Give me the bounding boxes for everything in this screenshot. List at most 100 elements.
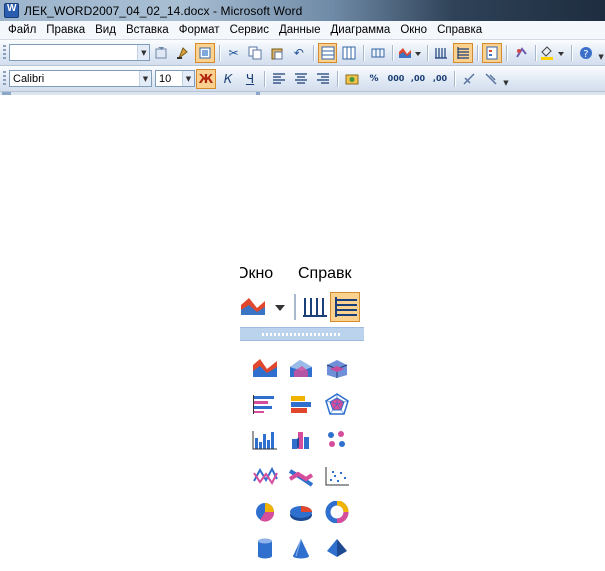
undo-icon[interactable]: ↶ (289, 43, 309, 63)
area-3d-chart-icon[interactable] (283, 350, 319, 386)
percent-style-button[interactable]: % (364, 69, 384, 89)
menu-bar: Файл Правка Вид Вставка Формат Сервис Да… (0, 21, 605, 40)
angle-clockwise-icon[interactable] (481, 69, 501, 89)
line-chart-icon[interactable] (247, 458, 283, 494)
currency-style-icon[interactable] (342, 69, 362, 89)
toolbar-grip[interactable] (3, 70, 6, 87)
pie-3d-chart-icon[interactable] (283, 494, 319, 530)
toolbar-overflow-icon[interactable]: ▼ (502, 71, 510, 87)
datasheet-icon[interactable] (368, 43, 388, 63)
chevron-down-icon[interactable]: ▼ (182, 71, 194, 86)
angle-text-icon[interactable] (511, 43, 531, 63)
zoomed-menu-bar: Окно Справк (240, 262, 364, 286)
menu-help[interactable]: Справка (432, 24, 487, 36)
bar-horizontal-chart-icon[interactable] (247, 386, 283, 422)
toolbar-separator (337, 70, 338, 87)
radar-chart-icon[interactable] (319, 386, 355, 422)
copy-icon[interactable] (245, 43, 265, 63)
chart-type-dropdown-icon[interactable] (240, 292, 290, 322)
toolbar-separator (218, 44, 220, 61)
menu-format[interactable]: Формат (174, 24, 225, 36)
zoomed-toolbar (240, 290, 364, 324)
chart-toolbar: ▼ ✂ ↶ ? ▼ (0, 40, 605, 66)
angle-counterclockwise-icon[interactable] (459, 69, 479, 89)
paste-icon[interactable] (267, 43, 287, 63)
value-axis-gridlines-icon[interactable] (432, 43, 452, 63)
line-3d-chart-icon[interactable] (283, 458, 319, 494)
increase-decimal-button[interactable]: ,00 (408, 69, 428, 89)
chevron-down-icon[interactable]: ▼ (139, 71, 151, 86)
decrease-decimal-button[interactable]: ,00 (430, 69, 450, 89)
data-table-button[interactable] (317, 42, 338, 63)
formatting-toolbar: Calibri ▼ 10 ▼ Ж К Ч % 000 ,00 ,00 ▼ (0, 66, 605, 92)
cube-area-chart-icon[interactable] (319, 350, 355, 386)
menu-data[interactable]: Данные (274, 24, 326, 36)
svg-text:?: ? (583, 49, 588, 60)
bar-3d-chart-icon[interactable] (283, 386, 319, 422)
cone-chart-icon[interactable] (283, 530, 319, 566)
bold-button[interactable]: Ж (196, 68, 216, 89)
menu-file[interactable]: Файл (3, 24, 41, 36)
menu-insert[interactable]: Вставка (121, 24, 174, 36)
column-3d-chart-icon[interactable] (283, 422, 319, 458)
word-app-icon[interactable] (4, 3, 19, 18)
font-size-dropdown[interactable]: 10 ▼ (155, 70, 195, 87)
toolbar-separator (426, 44, 428, 61)
pyramid-chart-icon[interactable] (319, 530, 355, 566)
document-ruler-edge (0, 92, 605, 95)
chart-type-grid (247, 350, 355, 566)
title-bar: ЛЕК_WORD2007_04_02_14.docx - Microsoft W… (0, 0, 605, 21)
menu-window[interactable]: Окно (395, 24, 432, 36)
toolbar-separator (312, 44, 314, 61)
chart-type-palette-zoom: Окно Справк (240, 262, 364, 571)
toolbar-separator (505, 44, 507, 61)
toolbar-overflow-icon[interactable]: ▼ (597, 45, 605, 61)
font-size-value: 10 (159, 72, 172, 85)
area-chart-icon[interactable] (247, 350, 283, 386)
font-name-dropdown[interactable]: Calibri ▼ (9, 70, 152, 87)
window-title: ЛЕК_WORD2007_04_02_14.docx - Microsoft W… (24, 3, 303, 18)
italic-button[interactable]: К (218, 69, 238, 89)
category-axis-gridlines-button[interactable] (453, 42, 474, 63)
menu-view[interactable]: Вид (90, 24, 121, 36)
paste-brush-icon[interactable] (173, 43, 193, 63)
toolbar-separator (454, 70, 455, 87)
toolbar-separator (571, 44, 573, 61)
font-name-value: Calibri (13, 72, 45, 85)
toolbar-separator (264, 70, 265, 87)
format-selected-object-icon[interactable] (151, 43, 171, 63)
fill-color-dropdown-icon[interactable] (540, 43, 568, 63)
bubble-chart-icon[interactable] (319, 422, 355, 458)
column-chart-icon[interactable] (247, 422, 283, 458)
chart-area-button[interactable] (194, 42, 215, 63)
align-center-icon[interactable] (291, 69, 311, 89)
category-axis-gridlines-button[interactable] (330, 292, 360, 322)
toolbar-grip[interactable] (3, 44, 6, 61)
align-right-icon[interactable] (313, 69, 333, 89)
by-column-icon[interactable] (339, 43, 359, 63)
align-left-icon[interactable] (269, 69, 289, 89)
cylinder-chart-icon[interactable] (247, 530, 283, 566)
toolbar-separator (477, 44, 479, 61)
pie-chart-icon[interactable] (247, 494, 283, 530)
menu-chart[interactable]: Диаграмма (326, 24, 396, 36)
chart-type-dropdown-icon[interactable] (397, 43, 423, 63)
value-axis-gridlines-icon[interactable] (300, 292, 330, 322)
chevron-down-icon[interactable]: ▼ (137, 45, 150, 60)
doughnut-chart-icon[interactable] (319, 494, 355, 530)
comma-style-button[interactable]: 000 (386, 69, 406, 89)
toolbar-separator (363, 44, 365, 61)
menu-tools[interactable]: Сервис (225, 24, 274, 36)
toolbar-separator (534, 44, 536, 61)
menu-edit[interactable]: Правка (41, 24, 90, 36)
menu-help-zoomed[interactable]: Справк (298, 265, 352, 283)
underline-button[interactable]: Ч (240, 69, 260, 89)
cut-icon[interactable]: ✂ (224, 43, 244, 63)
legend-button[interactable] (482, 42, 502, 63)
palette-drag-handle[interactable] (240, 327, 364, 341)
scatter-chart-icon[interactable] (319, 458, 355, 494)
menu-window-zoomed[interactable]: Окно (240, 265, 273, 283)
help-icon[interactable]: ? (576, 43, 596, 63)
chart-objects-dropdown[interactable]: ▼ (8, 44, 151, 61)
toolbar-separator (294, 294, 296, 320)
